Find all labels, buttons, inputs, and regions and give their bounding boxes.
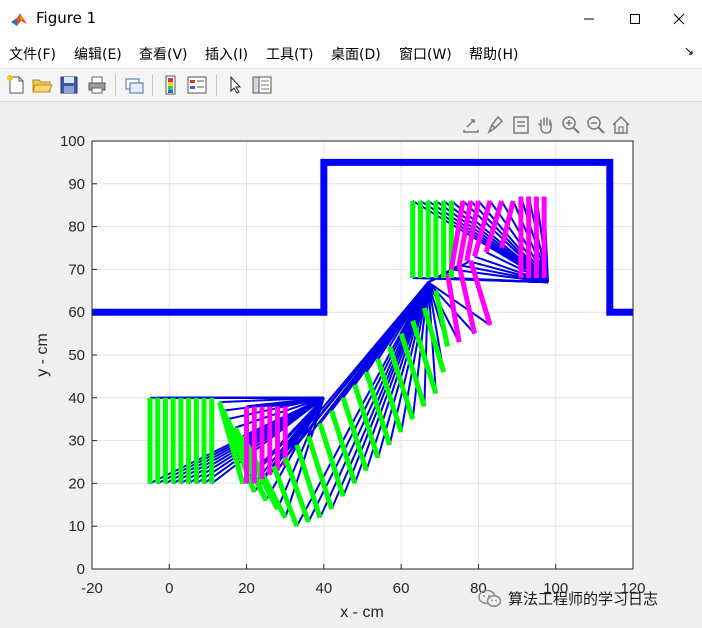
watermark-text: 算法工程师的学习日志 xyxy=(508,590,659,608)
x-tick-label: 0 xyxy=(165,580,173,597)
y-tick-label: 30 xyxy=(68,433,85,450)
y-tick-label: 100 xyxy=(60,133,85,150)
x-axis-label: x - cm xyxy=(340,604,384,621)
watermark: 算法工程师的学习日志 xyxy=(478,588,658,609)
plot-area: -20 0 20 40 60 80 100 1200102030405060708090100… xyxy=(34,133,646,621)
y-tick-label: 80 xyxy=(68,219,85,236)
export-icon[interactable] xyxy=(460,114,482,136)
zoom-out-icon[interactable] xyxy=(585,114,607,136)
y-tick-label: 60 xyxy=(68,304,85,321)
y-tick-label: 40 xyxy=(68,390,85,407)
restore-view-icon[interactable] xyxy=(610,114,632,136)
zoom-in-icon[interactable] xyxy=(560,114,582,136)
y-tick-label: 10 xyxy=(68,518,85,535)
y-tick-label: 90 xyxy=(68,176,85,193)
x-tick-label: -20 xyxy=(81,580,103,597)
y-tick-label: 20 xyxy=(68,475,85,492)
data-tips-icon[interactable] xyxy=(510,114,532,136)
y-axis-label: y - cm xyxy=(34,333,51,377)
wechat-icon xyxy=(478,589,502,607)
y-tick-label: 0 xyxy=(77,561,85,578)
brush-icon[interactable] xyxy=(485,114,507,136)
x-tick-label: 60 xyxy=(393,580,410,597)
x-tick-label: 40 xyxy=(316,580,333,597)
pan-hand-icon[interactable] xyxy=(535,114,557,136)
x-tick-label: 20 xyxy=(238,580,255,597)
y-tick-label: 50 xyxy=(68,347,85,364)
y-tick-label: 70 xyxy=(68,261,85,278)
